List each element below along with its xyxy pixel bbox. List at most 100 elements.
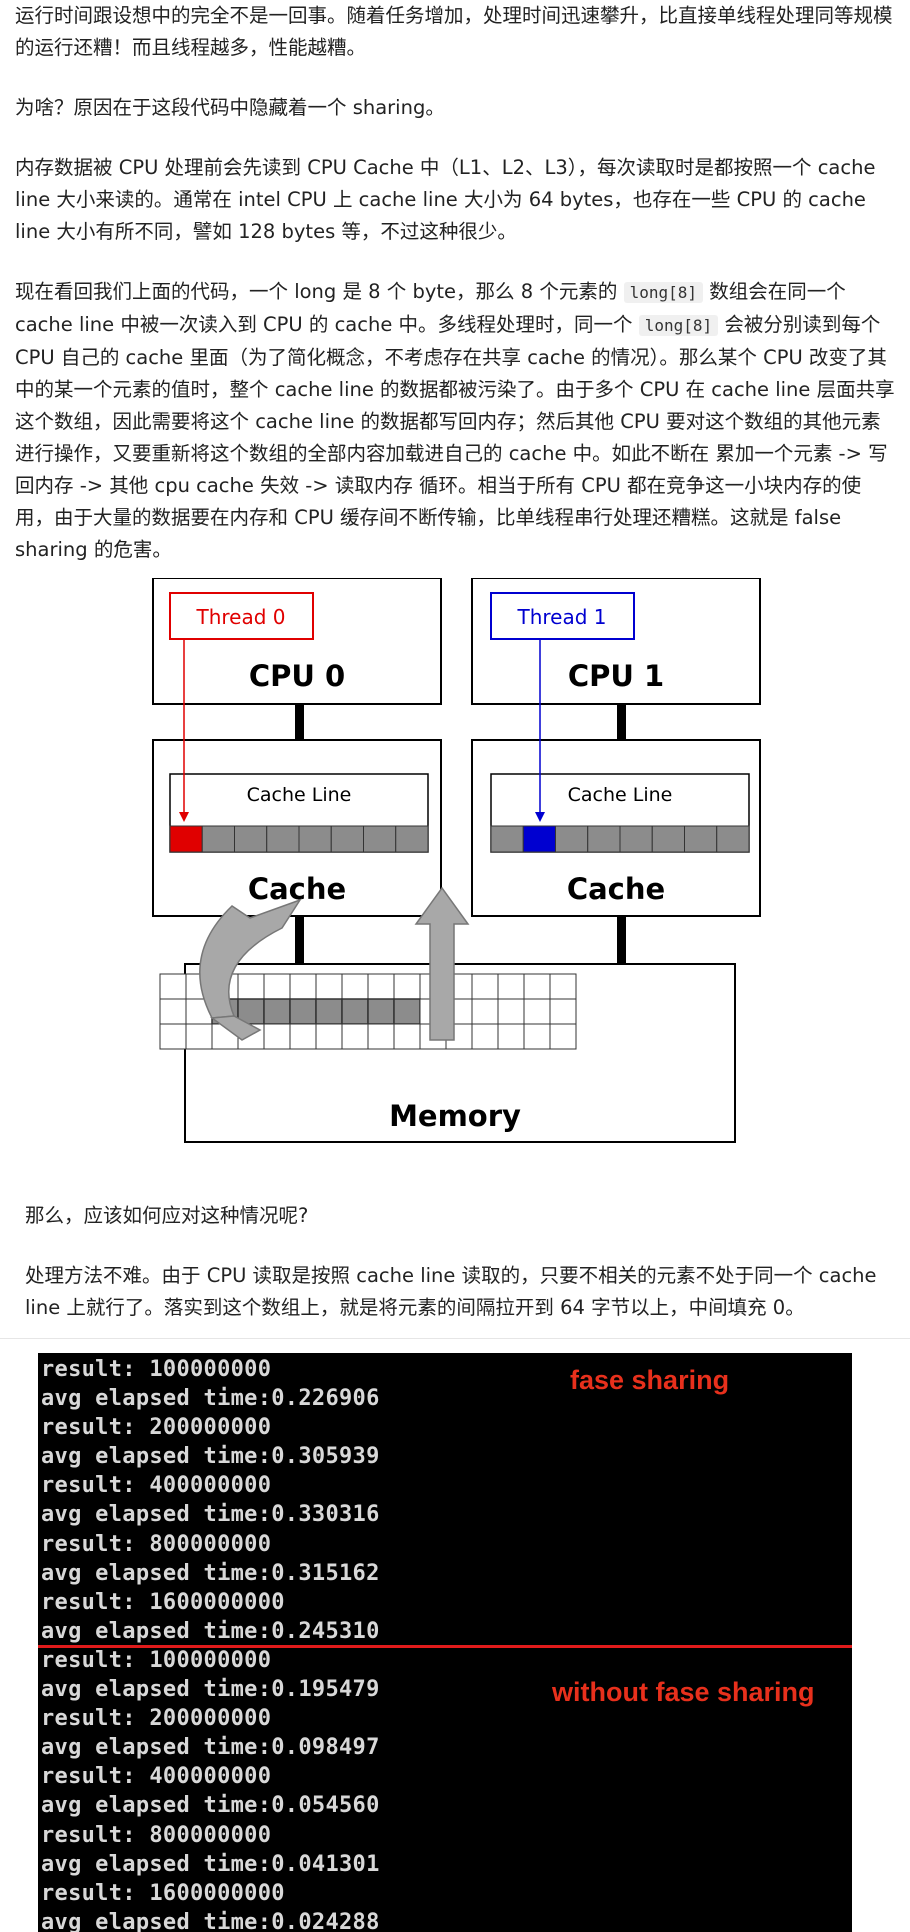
cache-cell xyxy=(330,825,364,853)
paragraph-question: 为啥？原因在于这段代码中隐藏着一个 sharing。 xyxy=(15,96,445,119)
memory-cell-shared xyxy=(341,998,369,1025)
cpu0-cache-connector xyxy=(295,704,304,740)
red-separator-line xyxy=(38,1645,852,1648)
cache-cell xyxy=(363,825,397,853)
terminal-line: avg elapsed time:0.024288 xyxy=(41,1909,380,1932)
cache-line-label-1: Cache Line xyxy=(568,784,673,806)
memory-cell xyxy=(263,973,291,1000)
memory-cell-shared xyxy=(315,998,343,1025)
terminal-line: avg elapsed time:0.098497 xyxy=(41,1735,380,1761)
cache-cell xyxy=(298,825,332,853)
terminal-line: result: 100000000 xyxy=(41,1647,272,1673)
cache-cell xyxy=(395,825,429,853)
memory-cell xyxy=(393,1023,421,1050)
memory-cell xyxy=(523,1023,551,1050)
terminal-line: avg elapsed time:0.315162 xyxy=(41,1560,380,1586)
terminal-line: result: 1600000000 xyxy=(41,1880,285,1906)
cache-cell xyxy=(234,825,268,853)
terminal-line: result: 200000000 xyxy=(41,1415,272,1441)
memory-cell xyxy=(523,973,551,1000)
cache-cell xyxy=(201,825,235,853)
terminal-line: avg elapsed time:0.330316 xyxy=(41,1502,380,1528)
memory-cell xyxy=(341,1023,369,1050)
cache0-memory-connector xyxy=(295,916,304,964)
memory-cell xyxy=(523,998,551,1025)
terminal-line: avg elapsed time:0.245310 xyxy=(41,1618,380,1644)
memory-cell xyxy=(549,1023,577,1050)
thread1-label: Thread 1 xyxy=(516,605,606,629)
terminal-line: avg elapsed time:0.041301 xyxy=(41,1851,380,1877)
label-false-sharing: fase sharing xyxy=(570,1365,730,1395)
text-span: 现在看回我们上面的代码，一个 long 是 8 个 byte，那么 8 个元素的 xyxy=(15,280,624,303)
terminal-line: result: 400000000 xyxy=(41,1473,272,1499)
cache-line-label-0: Cache Line xyxy=(247,784,352,806)
label-without-false-sharing: without fase sharing xyxy=(552,1677,815,1707)
memory-cell-shared xyxy=(263,998,291,1025)
memory-cell xyxy=(159,973,187,1000)
thread0-label: Thread 0 xyxy=(195,605,285,629)
memory-cell xyxy=(159,998,187,1025)
memory-cell xyxy=(367,973,395,1000)
terminal-line: result: 1600000000 xyxy=(41,1589,285,1615)
text-span: 会被分别读到每个 CPU 自己的 cache 里面（为了简化概念，不考虑存在共享… xyxy=(15,313,895,561)
cache-cell xyxy=(684,825,718,853)
memory-cell xyxy=(471,973,499,1000)
cpu0-label: CPU 0 xyxy=(249,659,345,693)
cpu1-cache-connector xyxy=(617,704,626,740)
cache-cell-modified xyxy=(169,825,203,853)
memory-cell xyxy=(289,1023,317,1050)
cache-line-cells-1 xyxy=(490,825,750,853)
terminal-line: avg elapsed time:0.054560 xyxy=(41,1793,380,1819)
paragraph-false-sharing: 现在看回我们上面的代码，一个 long 是 8 个 byte，那么 8 个元素的… xyxy=(15,276,895,566)
memory-cell xyxy=(159,1023,187,1050)
paragraph-intro: 运行时间跟设想中的完全不是一回事。随着任务增加，处理时间迅速攀升，比直接单线程处… xyxy=(15,4,893,59)
memory-cell xyxy=(497,1023,525,1050)
cache-cell xyxy=(587,825,621,853)
cache-cell xyxy=(266,825,300,853)
cache-cell xyxy=(716,825,750,853)
memory-cell xyxy=(263,1023,291,1050)
inline-code: long[8] xyxy=(623,282,703,303)
terminal-line: result: 800000000 xyxy=(41,1822,272,1848)
section-divider xyxy=(0,1338,910,1339)
memory-cell xyxy=(471,1023,499,1050)
terminal-line: avg elapsed time:0.305939 xyxy=(41,1444,380,1470)
memory-cell xyxy=(237,973,265,1000)
cache-cell xyxy=(490,825,524,853)
memory-cell xyxy=(497,998,525,1025)
cache-cell xyxy=(555,825,589,853)
cache-line-cells-0 xyxy=(169,825,429,853)
memory-cell xyxy=(315,1023,343,1050)
terminal-line: avg elapsed time:0.195479 xyxy=(41,1677,380,1703)
cache1-memory-connector xyxy=(617,916,626,964)
memory-cell-shared xyxy=(393,998,421,1025)
cache1-label: Cache xyxy=(567,872,665,906)
memory-cell xyxy=(393,973,421,1000)
memory-cell xyxy=(549,998,577,1025)
inline-code: long[8] xyxy=(638,315,719,336)
terminal-line: result: 100000000 xyxy=(41,1357,272,1382)
cache-cell xyxy=(619,825,653,853)
memory-cell xyxy=(549,973,577,1000)
terminal-line: result: 800000000 xyxy=(41,1531,272,1557)
memory-cell xyxy=(471,998,499,1025)
false-sharing-diagram: Memory Thread 0 Thread 1 CPU 0 CPU 1 Cac… xyxy=(152,578,761,1143)
terminal-line: result: 400000000 xyxy=(41,1764,272,1790)
terminal-output: result: 100000000 avg elapsed time:0.2269… xyxy=(38,1353,852,1932)
cache-cell xyxy=(651,825,685,853)
terminal-line: avg elapsed time:0.226906 xyxy=(41,1386,380,1412)
memory-cell xyxy=(497,973,525,1000)
memory-cell-shared xyxy=(289,998,317,1025)
memory-cell xyxy=(289,973,317,1000)
memory-cell xyxy=(185,1023,213,1050)
paragraph-how-to-handle: 那么，应该如何应对这种情况呢? xyxy=(25,1204,309,1227)
paragraph-solution: 处理方法不难。由于 CPU 读取是按照 cache line 读取的，只要不相关… xyxy=(25,1264,877,1319)
memory-cell xyxy=(367,1023,395,1050)
memory-cell-shared xyxy=(367,998,395,1025)
cpu1-label: CPU 1 xyxy=(568,659,664,693)
memory-cell xyxy=(341,973,369,1000)
terminal-line: result: 200000000 xyxy=(41,1706,272,1732)
memory-label: Memory xyxy=(389,1099,521,1133)
paragraph-cache-line: 内存数据被 CPU 处理前会先读到 CPU Cache 中（L1、L2、L3），… xyxy=(15,156,876,243)
cache-cell-modified xyxy=(522,825,556,853)
